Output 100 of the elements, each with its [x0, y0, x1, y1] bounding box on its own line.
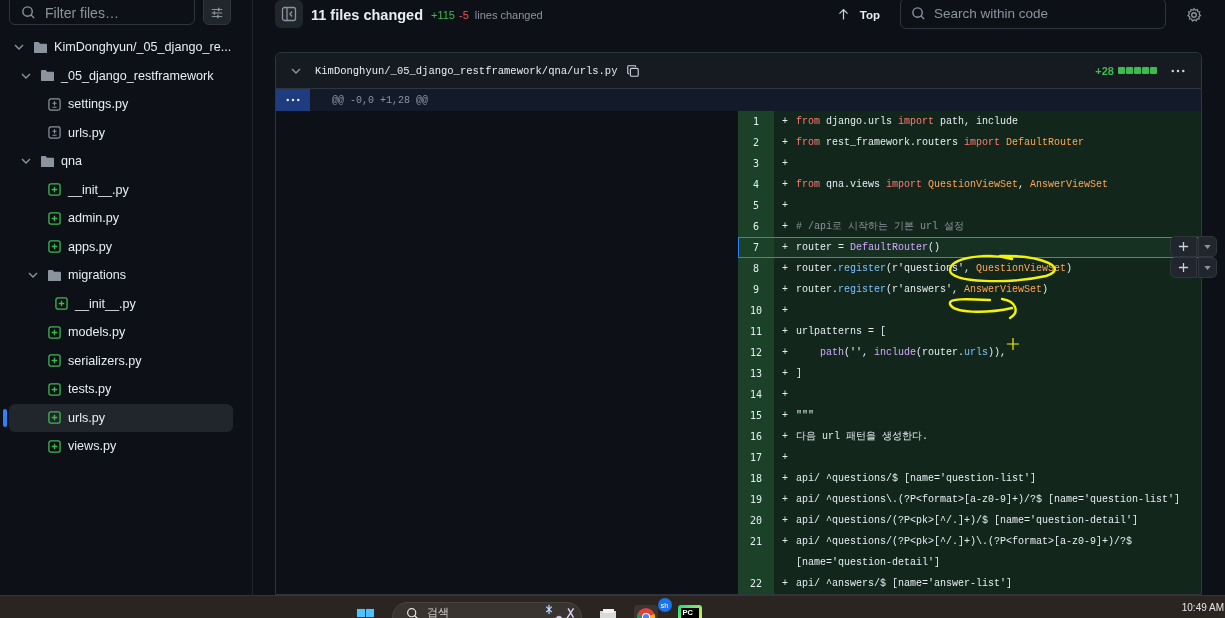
- diff-marker: +: [781, 241, 789, 255]
- line-number: 14: [738, 384, 774, 405]
- dropdown-button[interactable]: [1198, 257, 1217, 278]
- file-modified-icon: [47, 96, 62, 113]
- sliders-icon: [210, 5, 224, 20]
- diff-marker: +: [781, 199, 789, 213]
- line-number: 1: [738, 111, 774, 132]
- line-number: 11: [738, 321, 774, 342]
- code-line: api/ ^questions/(?P<pk>[^/.]+)/$ [name='question-detail']: [796, 514, 1139, 528]
- diffstat-blocks-icon: [1118, 67, 1157, 74]
- file-item[interactable]: settings.py: [9, 90, 233, 119]
- settings-icon[interactable]: [1186, 6, 1202, 23]
- diff-marker: +: [781, 304, 789, 318]
- diff-marker: +: [781, 325, 789, 339]
- search-field[interactable]: Search within code: [900, 0, 1166, 29]
- folder-icon: [47, 267, 62, 284]
- taskbar-search-field[interactable]: 검색: [391, 602, 582, 618]
- diff-marker: +: [781, 514, 789, 528]
- diff-marker: +: [781, 388, 789, 402]
- dropdown-button[interactable]: [1198, 236, 1217, 257]
- search-icon: [21, 5, 36, 20]
- diff-marker: +: [781, 577, 789, 591]
- code-line: urlpatterns = [: [796, 325, 886, 339]
- folder-item[interactable]: _05_django_restframework: [9, 61, 233, 90]
- file-item[interactable]: models.py: [9, 318, 233, 347]
- folder-item[interactable]: KimDonghyun/_05_django_re...: [9, 33, 233, 62]
- top-button[interactable]: Top: [855, 8, 884, 21]
- file-added-icon: [54, 295, 69, 312]
- filter-field[interactable]: Filter files…: [9, 0, 195, 25]
- line-number: 7: [738, 237, 774, 258]
- file-modified-icon: [47, 124, 62, 141]
- add-comment-button[interactable]: [1170, 257, 1197, 278]
- line-number: 21: [738, 531, 774, 573]
- folder-icon: [33, 39, 48, 56]
- folder-icon: [40, 67, 55, 84]
- line-number: 3: [738, 153, 774, 174]
- line-number: 9: [738, 279, 774, 300]
- code-line: from django.urls import path, include: [796, 115, 1019, 129]
- diff-marker: +: [781, 472, 789, 486]
- more-options-icon[interactable]: [1171, 68, 1185, 73]
- line-number: 19: [738, 489, 774, 510]
- crosshair-cursor-icon: [1006, 337, 1020, 351]
- line-number: 8: [738, 258, 774, 279]
- file-item[interactable]: admin.py: [9, 204, 233, 233]
- file-added-icon: [47, 238, 62, 255]
- diff-marker: +: [781, 451, 789, 465]
- line-number: 15: [738, 405, 774, 426]
- file-added-icon: [47, 324, 62, 341]
- plus-icon: [1178, 262, 1189, 273]
- file-added-icon: [47, 210, 62, 227]
- sidebar-panel-icon: [281, 5, 297, 22]
- file-item[interactable]: __init__.py: [9, 175, 233, 204]
- line-number: 20: [738, 510, 774, 531]
- code-line: from qna.views import QuestionViewSet, AnswerViewSet: [796, 178, 1109, 192]
- diff-marker: +: [781, 178, 789, 192]
- code-line: api/ ^questions/$ [name='question-list']: [796, 472, 1037, 486]
- line-number: 13: [738, 363, 774, 384]
- folder-item[interactable]: qna: [9, 147, 233, 176]
- code-line: path('', include(router.urls)),: [819, 346, 1007, 360]
- code-line: ]: [796, 367, 802, 381]
- file-added-icon: [47, 409, 62, 426]
- file-path: KimDonghyun/_05_django_restframework/qna/urls.py: [315, 64, 618, 77]
- file-item[interactable]: views.py: [9, 432, 233, 461]
- folder-item[interactable]: migrations: [9, 261, 233, 290]
- diff-marker: +: [781, 367, 789, 381]
- diff-marker: +: [781, 346, 789, 360]
- lines-changed-label: lines changed: [474, 8, 543, 21]
- code-line: router.register(r'answers', AnswerViewSet): [796, 283, 1049, 297]
- sidebar-toggle-button[interactable]: [275, 0, 303, 28]
- line-number: 18: [738, 468, 774, 489]
- file-item[interactable]: serializers.py: [9, 346, 233, 375]
- hunk-header: @@ -0,0 +1,28 @@: [332, 94, 428, 106]
- line-number: 4: [738, 174, 774, 195]
- files-changed-title: 11 files changed: [311, 6, 424, 23]
- file-item[interactable]: apps.py: [9, 232, 233, 261]
- diff-marker: +: [781, 283, 789, 297]
- code-line: 다음 url 패턴을 생성한다.: [796, 430, 928, 444]
- diff-marker: +: [781, 430, 789, 444]
- line-number: 2: [738, 132, 774, 153]
- file-item[interactable]: tests.py: [9, 375, 233, 404]
- diff-marker: +: [781, 535, 789, 549]
- diff-marker: +: [781, 262, 789, 276]
- caret-down-icon: [1204, 244, 1211, 249]
- diff-marker: +: [781, 409, 789, 423]
- add-comment-button[interactable]: [1170, 236, 1197, 257]
- file-item[interactable]: urls.py: [9, 118, 233, 147]
- line-number: 10: [738, 300, 774, 321]
- code-line: router = DefaultRouter(): [796, 241, 941, 255]
- copy-icon[interactable]: [626, 63, 641, 78]
- dots-icon: [286, 98, 300, 102]
- diff-marker: +: [781, 493, 789, 507]
- search-icon: [911, 6, 926, 21]
- file-item[interactable]: __init__.py: [9, 289, 233, 318]
- file-added-icon: [47, 381, 62, 398]
- diff-marker: +: [781, 157, 789, 171]
- arrow-up-icon[interactable]: [836, 8, 850, 21]
- filter-settings-button[interactable]: [203, 0, 231, 25]
- line-number: 5: [738, 195, 774, 216]
- line-number: 17: [738, 447, 774, 468]
- file-item[interactable]: urls.py: [9, 403, 233, 432]
